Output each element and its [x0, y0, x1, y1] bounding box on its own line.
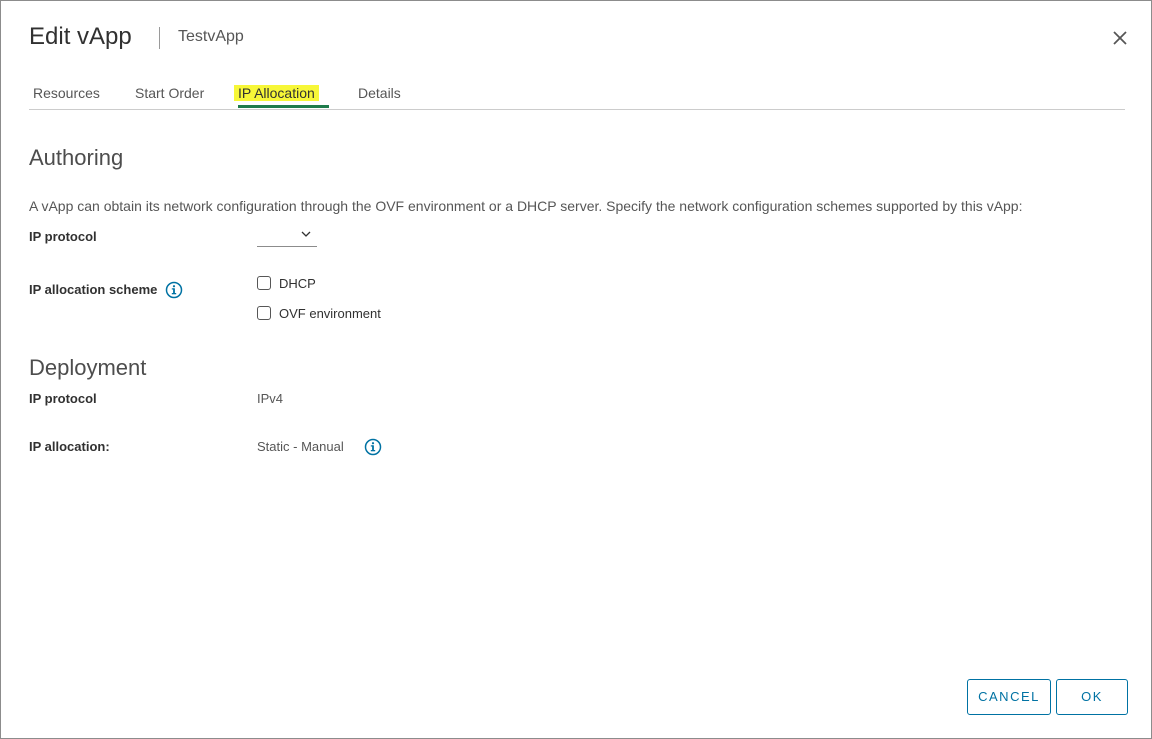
- tab-label: Details: [358, 85, 401, 101]
- title-separator: [159, 27, 160, 49]
- tab-resources[interactable]: Resources: [33, 81, 100, 108]
- tab-label: Start Order: [135, 85, 205, 101]
- cancel-button[interactable]: CANCEL: [967, 679, 1051, 715]
- dhcp-checkbox[interactable]: [257, 276, 271, 290]
- chevron-down-icon: [301, 231, 311, 237]
- tab-details[interactable]: Details: [358, 81, 401, 108]
- info-icon[interactable]: [165, 281, 183, 299]
- dialog-subtitle: TestvApp: [178, 28, 244, 45]
- dialog-title: Edit vApp: [29, 23, 132, 50]
- ovf-environment-checkbox[interactable]: [257, 306, 271, 320]
- authoring-heading: Authoring: [29, 145, 124, 170]
- tab-ip-allocation[interactable]: IP Allocation: [234, 81, 319, 108]
- close-icon: [1113, 31, 1127, 45]
- active-tab-indicator: [238, 105, 329, 108]
- deployment-ip-protocol-value: IPv4: [257, 391, 284, 406]
- ip-protocol-select[interactable]: [257, 226, 317, 247]
- authoring-description: A vApp can obtain its network configurat…: [29, 198, 1023, 214]
- ovf-environment-checkbox-label: OVF environment: [279, 306, 381, 321]
- deployment-ip-allocation-label: IP allocation:: [29, 439, 110, 454]
- deployment-ip-allocation-value: Static - Manual: [257, 439, 344, 454]
- ok-button[interactable]: OK: [1056, 679, 1128, 715]
- tab-label: Resources: [33, 85, 100, 101]
- tab-label: IP Allocation: [234, 85, 319, 101]
- deployment-heading: Deployment: [29, 355, 147, 380]
- deployment-ip-protocol-label: IP protocol: [29, 391, 97, 406]
- dhcp-checkbox-label: DHCP: [279, 276, 316, 291]
- close-button[interactable]: [1109, 27, 1131, 49]
- authoring-ip-protocol-label: IP protocol: [29, 229, 97, 244]
- ip-allocation-scheme-label: IP allocation scheme: [29, 282, 158, 297]
- edit-vapp-dialog: Edit vApp TestvApp Resources Start Order…: [0, 0, 1152, 739]
- tab-start-order[interactable]: Start Order: [135, 81, 204, 108]
- info-icon[interactable]: [364, 438, 382, 456]
- tab-bar: Resources Start Order IP Allocation Deta…: [29, 81, 1125, 110]
